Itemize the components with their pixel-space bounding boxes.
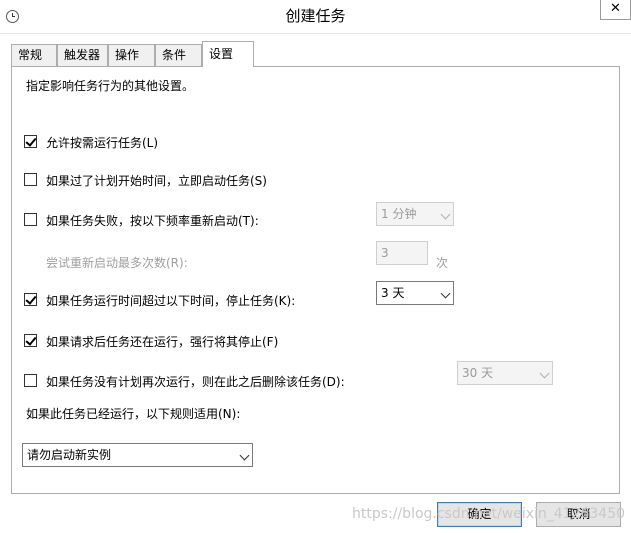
tab-general[interactable]: 常规 (11, 44, 57, 66)
restart-on-fail-checkbox[interactable] (24, 213, 37, 226)
cancel-button[interactable]: 取消 (536, 502, 621, 527)
stop-duration-value: 3 天 (381, 286, 405, 300)
stop-if-longer-checkbox[interactable] (24, 293, 37, 306)
window-title: 创建任务 (285, 7, 346, 25)
run-missed-checkbox[interactable] (24, 173, 37, 186)
rule-value: 请勿启动新实例 (27, 448, 112, 462)
settings-panel: 指定影响任务行为的其他设置。 允许按需运行任务(L) 如果过了计划开始时间，立即… (11, 66, 620, 494)
restart-attempts-label: 尝试重新启动最多次数(R): (46, 256, 188, 270)
title-bar: 创建任务 ✕ (0, 0, 631, 34)
tab-conditions[interactable]: 条件 (155, 44, 202, 66)
restart-interval-select[interactable]: 1 分钟 (376, 202, 454, 226)
tab-settings[interactable]: 设置 (202, 41, 254, 67)
force-stop-checkbox[interactable] (24, 334, 37, 347)
restart-attempts-input[interactable]: 3 (376, 241, 428, 265)
restart-interval-value: 1 分钟 (381, 207, 417, 221)
run-missed-label: 如果过了计划开始时间，立即启动任务(S) (46, 174, 267, 188)
force-stop-label: 如果请求后任务还在运行，强行将其停止(F) (46, 335, 279, 349)
rule-label: 如果此任务已经运行，以下规则适用(N): (26, 407, 241, 421)
chevron-down-icon (440, 209, 451, 220)
ok-button[interactable]: 确定 (437, 502, 522, 527)
rule-select[interactable]: 请勿启动新实例 (22, 443, 253, 467)
delete-after-select[interactable]: 30 天 (457, 361, 553, 385)
restart-on-fail-label: 如果任务失败，按以下频率重新启动(T): (46, 214, 259, 228)
stop-if-longer-label: 如果任务运行时间超过以下时间，停止任务(K): (46, 294, 296, 308)
stop-duration-select[interactable]: 3 天 (376, 281, 454, 305)
allow-on-demand-label: 允许按需运行任务(L) (46, 136, 159, 150)
delete-if-not-scheduled-label: 如果任务没有计划再次运行，则在此之后删除该任务(D): (46, 375, 345, 389)
tab-actions[interactable]: 操作 (108, 44, 155, 66)
settings-description: 指定影响任务行为的其他设置。 (26, 79, 195, 93)
allow-on-demand-checkbox[interactable] (24, 135, 37, 148)
delete-after-value: 30 天 (462, 366, 494, 380)
chevron-down-icon (440, 288, 451, 299)
restart-attempts-unit: 次 (436, 256, 449, 270)
tab-triggers[interactable]: 触发器 (57, 44, 108, 66)
close-button[interactable]: ✕ (600, 0, 631, 20)
chevron-down-icon (539, 368, 550, 379)
chevron-down-icon (239, 450, 250, 461)
delete-if-not-scheduled-checkbox[interactable] (24, 374, 37, 387)
